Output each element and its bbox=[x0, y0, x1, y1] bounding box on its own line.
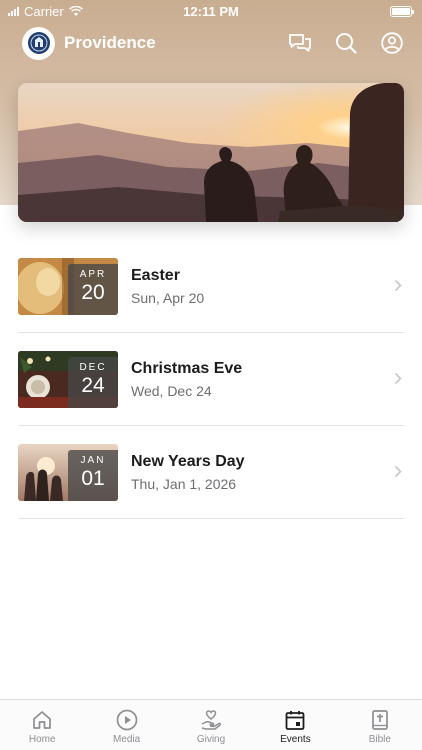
tab-label: Events bbox=[280, 734, 311, 745]
tab-bar: Home Media Giving Events Bible bbox=[0, 699, 422, 750]
date-month: JAN bbox=[80, 454, 106, 466]
play-circle-icon bbox=[116, 709, 137, 731]
event-text: Christmas Eve Wed, Dec 24 bbox=[131, 360, 404, 399]
event-text: Easter Sun, Apr 20 bbox=[131, 267, 404, 306]
event-title: Christmas Eve bbox=[131, 359, 243, 377]
chat-icon[interactable] bbox=[288, 31, 312, 55]
church-seal-icon[interactable] bbox=[22, 26, 55, 60]
event-thumbnail: JAN 01 bbox=[18, 443, 118, 501]
bible-icon bbox=[371, 710, 388, 730]
hand-heart-icon bbox=[201, 710, 222, 730]
chevron-right-icon bbox=[394, 465, 402, 478]
hero-image[interactable] bbox=[18, 83, 404, 222]
event-thumbnail: APR 20 bbox=[18, 257, 118, 315]
tab-label: Bible bbox=[368, 734, 391, 745]
date-badge: DEC 24 bbox=[68, 356, 118, 408]
tab-media[interactable]: Media bbox=[84, 700, 168, 750]
tab-events[interactable]: Events bbox=[253, 700, 337, 750]
event-row-new-years-day[interactable]: JAN 01 New Years Day Thu, Jan 1, 2026 bbox=[18, 426, 404, 519]
event-date: Sun, Apr 20 bbox=[131, 289, 205, 306]
tab-label: Media bbox=[112, 734, 141, 745]
date-badge: JAN 01 bbox=[68, 449, 118, 501]
status-left: Carrier bbox=[8, 4, 83, 19]
app-actions bbox=[288, 31, 404, 55]
chevron-right-icon bbox=[394, 372, 402, 385]
app-bar: Providence bbox=[0, 24, 422, 62]
search-icon[interactable] bbox=[334, 31, 358, 55]
tab-giving[interactable]: Giving bbox=[169, 700, 253, 750]
event-thumbnail: DEC 24 bbox=[18, 350, 118, 408]
chevron-right-icon bbox=[394, 279, 402, 292]
event-title: New Years Day bbox=[131, 452, 245, 470]
battery-level bbox=[392, 7, 410, 15]
event-date: Wed, Dec 24 bbox=[131, 382, 212, 399]
date-month: APR bbox=[79, 268, 107, 280]
event-row-easter[interactable]: APR 20 Easter Sun, Apr 20 bbox=[18, 240, 404, 333]
event-title: Easter bbox=[131, 266, 180, 284]
event-date: Thu, Jan 1, 2026 bbox=[131, 475, 237, 492]
calendar-icon bbox=[286, 711, 305, 730]
status-bar: Carrier 12:11 PM bbox=[0, 0, 422, 22]
signal-icon bbox=[8, 6, 19, 16]
date-day: 20 bbox=[81, 280, 105, 304]
sunset-mountains-people-photo bbox=[18, 83, 404, 222]
tab-label: Giving bbox=[196, 734, 226, 745]
date-day: 24 bbox=[81, 373, 105, 397]
battery-icon bbox=[390, 5, 414, 17]
profile-icon[interactable] bbox=[380, 31, 404, 55]
app-title: Providence bbox=[64, 33, 156, 52]
home-icon bbox=[33, 711, 52, 729]
date-badge: APR 20 bbox=[68, 263, 118, 315]
carrier-label: Carrier bbox=[24, 3, 64, 19]
wifi-icon bbox=[68, 5, 83, 16]
event-row-christmas-eve[interactable]: DEC 24 Christmas Eve Wed, Dec 24 bbox=[18, 333, 404, 426]
date-day: 01 bbox=[81, 466, 105, 490]
tab-home[interactable]: Home bbox=[0, 700, 84, 750]
date-month: DEC bbox=[79, 361, 107, 373]
events-list: APR 20 Easter Sun, Apr 20 DEC 24 Christm… bbox=[18, 240, 404, 519]
tab-label: Home bbox=[28, 734, 56, 745]
event-text: New Years Day Thu, Jan 1, 2026 bbox=[131, 453, 404, 492]
tab-bible[interactable]: Bible bbox=[338, 700, 422, 750]
